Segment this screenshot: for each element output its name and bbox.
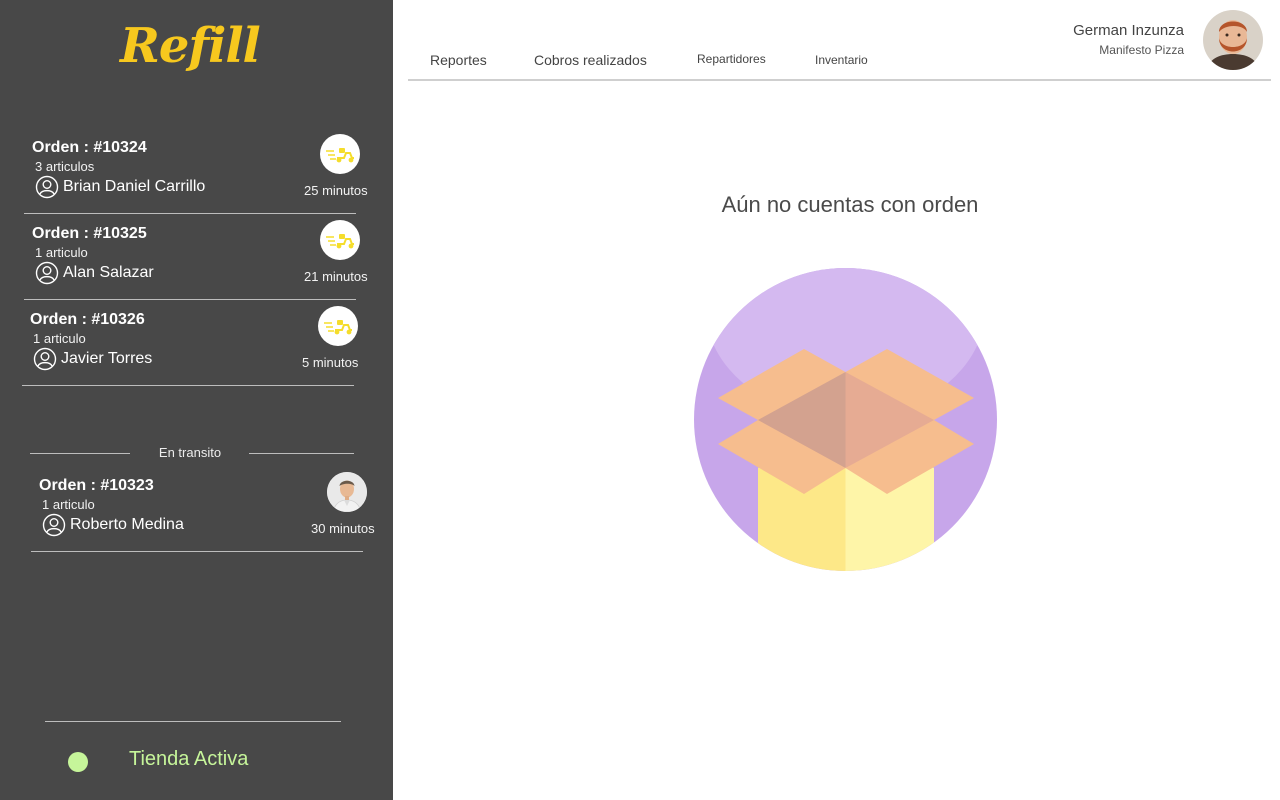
order-time: 25 minutos <box>304 183 368 198</box>
status-divider <box>45 721 341 722</box>
order-item-count: 3 articulos <box>35 159 95 174</box>
user-icon <box>35 175 59 199</box>
tab-repartidores[interactable]: Repartidores <box>697 52 766 66</box>
user-icon <box>33 347 57 371</box>
order-divider <box>31 551 363 552</box>
order-divider <box>24 213 356 214</box>
tab-inventario[interactable]: Inventario <box>815 53 868 67</box>
user-icon <box>42 513 66 537</box>
customer-name: Roberto Medina <box>70 516 184 533</box>
delivery-scooter-icon <box>318 306 358 346</box>
tab-cobros-realizados[interactable]: Cobros realizados <box>534 52 647 68</box>
customer-name: Brian Daniel Carrillo <box>63 178 206 195</box>
store-status-label[interactable]: Tienda Activa <box>129 748 248 771</box>
empty-box-illustration <box>694 268 997 571</box>
order-title: Orden : #10326 <box>30 311 145 328</box>
order-divider <box>24 299 356 300</box>
empty-state-message: Aún no cuentas con orden <box>721 192 979 217</box>
order-time: 21 minutos <box>304 269 368 284</box>
order-title: Orden : #10324 <box>32 139 147 156</box>
delivery-scooter-icon <box>320 134 360 174</box>
customer-name: Javier Torres <box>61 350 153 367</box>
order-customer: Alan Salazar <box>35 261 154 285</box>
tab-reportes[interactable]: Reportes <box>430 52 487 68</box>
order-divider <box>22 385 354 386</box>
order-time: 30 minutos <box>311 521 375 536</box>
section-divider-right <box>249 453 354 454</box>
order-item-count: 1 articulo <box>35 245 88 260</box>
customer-name: Alan Salazar <box>63 264 154 281</box>
delivery-scooter-icon <box>320 220 360 260</box>
order-time: 5 minutos <box>302 355 359 370</box>
user-avatar[interactable] <box>1203 10 1263 70</box>
order-item-count: 1 articulo <box>33 331 86 346</box>
user-icon <box>35 261 59 285</box>
store-status-indicator <box>68 752 88 772</box>
sidebar: Refill Orden : #10324 3 articulos Brian … <box>0 0 393 800</box>
transit-section-label: En transito <box>158 445 222 460</box>
nav-underline <box>408 79 1271 81</box>
order-customer: Brian Daniel Carrillo <box>35 175 205 199</box>
courier-avatar <box>327 472 367 512</box>
user-store-name: Manifesto Pizza <box>1099 43 1184 57</box>
order-customer: Roberto Medina <box>42 513 184 537</box>
order-title: Orden : #10323 <box>39 477 154 494</box>
order-item-count: 1 articulo <box>42 497 95 512</box>
order-customer: Javier Torres <box>33 347 152 371</box>
section-divider-left <box>30 453 130 454</box>
app-logo: Refill <box>120 18 261 74</box>
order-title: Orden : #10325 <box>32 225 147 242</box>
user-name: German Inzunza <box>1073 22 1184 39</box>
